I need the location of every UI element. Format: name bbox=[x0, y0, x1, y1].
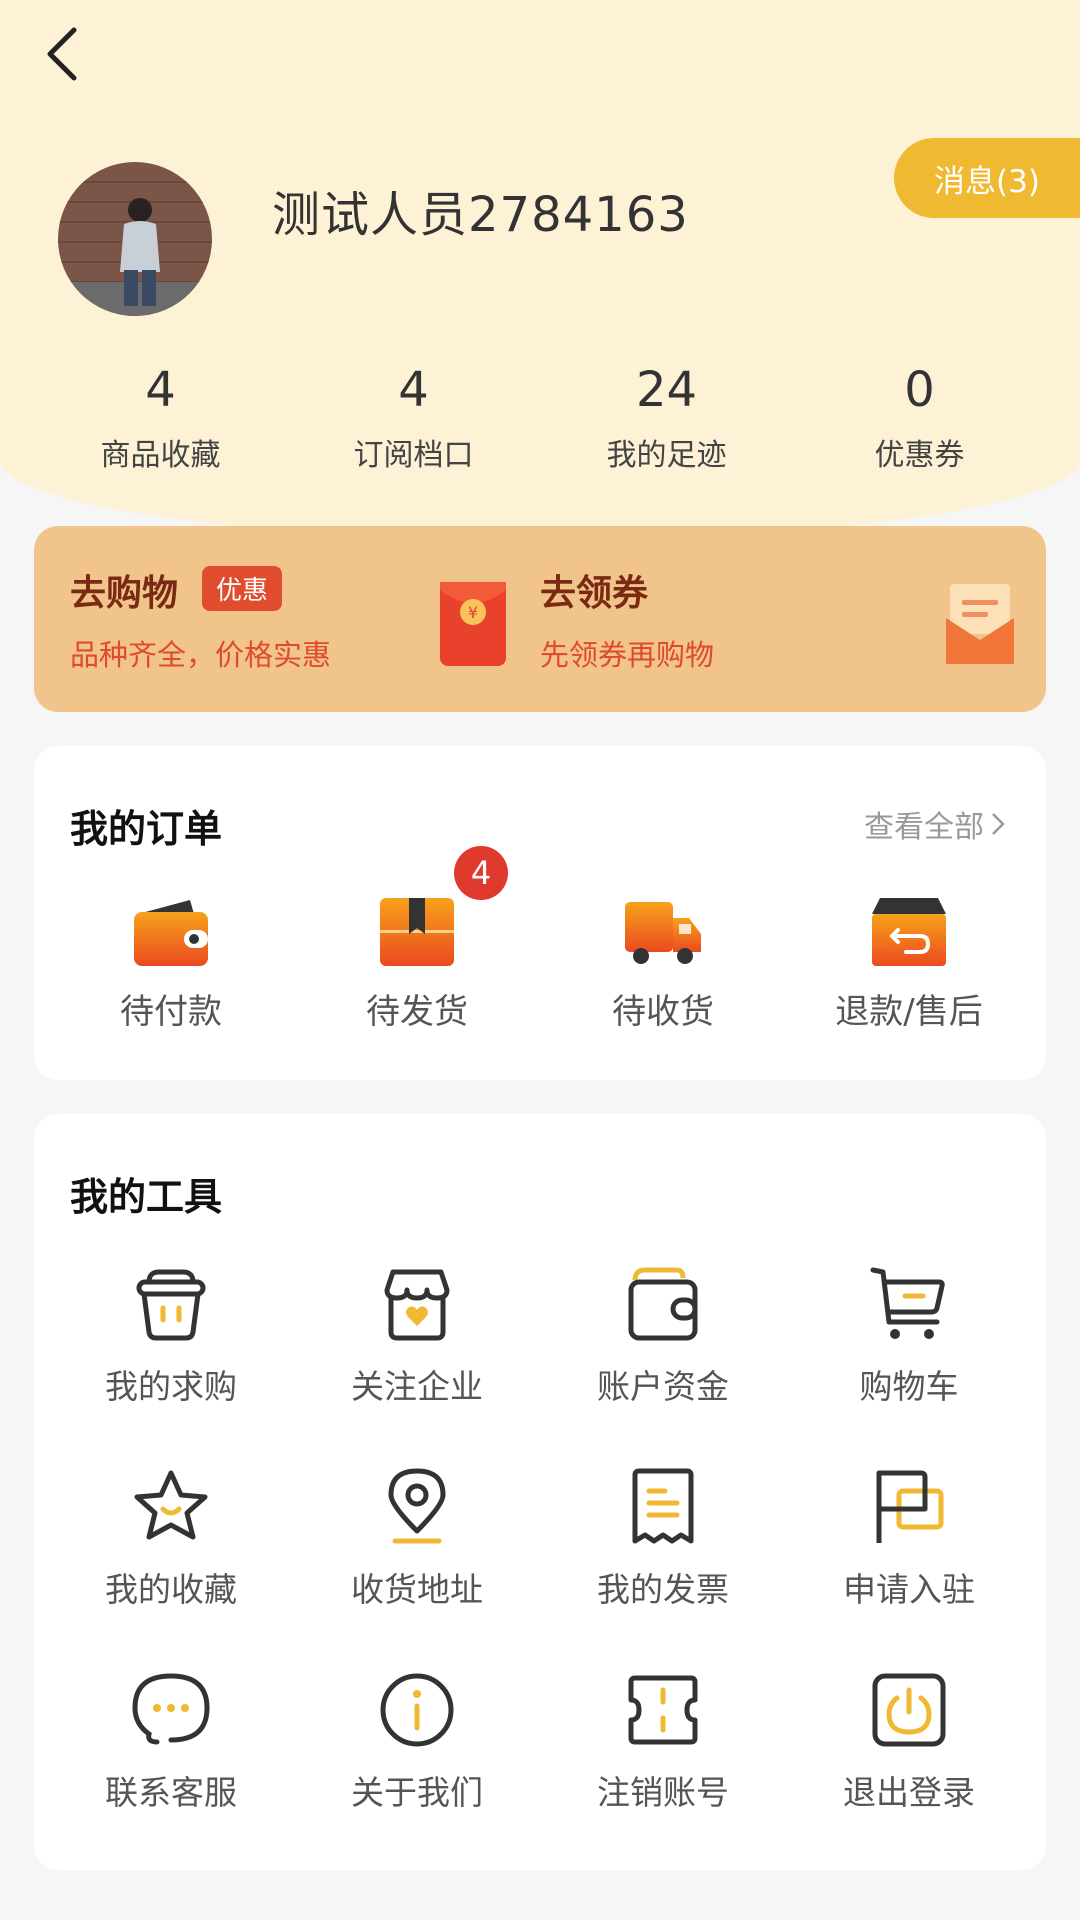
tool-label: 关注企业 bbox=[351, 1367, 483, 1406]
stat-subscriptions[interactable]: 4 订阅档口 bbox=[287, 356, 540, 474]
order-label: 待发货 bbox=[366, 992, 468, 1032]
avatar-photo bbox=[58, 162, 212, 316]
my-orders-card: 我的订单 查看全部 待付款 4 待发货 待收货 退款/售后 bbox=[34, 746, 1046, 1080]
order-label: 待付款 bbox=[120, 992, 222, 1032]
tool-label: 申请入驻 bbox=[843, 1570, 975, 1609]
stat-value: 4 bbox=[145, 362, 176, 418]
cart-icon bbox=[870, 1267, 945, 1339]
tool-label: 关于我们 bbox=[351, 1773, 483, 1812]
promo-banner: 去购物 优惠 品种齐全，价格实惠 ¥ 去领券 先领券再购物 bbox=[34, 526, 1046, 712]
basket-icon bbox=[136, 1269, 206, 1341]
view-all-label: 查看全部 bbox=[864, 810, 984, 845]
return-box-icon bbox=[872, 898, 946, 966]
box-icon bbox=[380, 898, 454, 966]
stat-value: 4 bbox=[398, 362, 429, 418]
tool-label: 我的发票 bbox=[597, 1570, 729, 1609]
tool-my-purchase-requests[interactable]: 我的求购 bbox=[48, 1264, 294, 1467]
stat-value: 24 bbox=[635, 362, 698, 418]
tool-apply-to-join[interactable]: 申请入驻 bbox=[786, 1467, 1032, 1670]
avatar[interactable] bbox=[58, 162, 212, 316]
tool-cancel-account[interactable]: 注销账号 bbox=[540, 1670, 786, 1873]
tool-label: 注销账号 bbox=[597, 1773, 729, 1812]
order-label: 待收货 bbox=[612, 992, 714, 1032]
ticket-icon bbox=[628, 1675, 698, 1745]
tool-label: 我的求购 bbox=[105, 1367, 237, 1406]
tool-customer-service[interactable]: 联系客服 bbox=[48, 1670, 294, 1873]
go-shopping-subtitle: 品种齐全，价格实惠 bbox=[70, 638, 332, 672]
power-icon bbox=[872, 1673, 946, 1747]
coupon-envelope-icon bbox=[946, 584, 1014, 664]
red-envelope-icon: ¥ bbox=[440, 582, 506, 666]
order-refund-aftersales[interactable]: 退款/售后 bbox=[786, 896, 1032, 1033]
tool-my-favorites[interactable]: 我的收藏 bbox=[48, 1467, 294, 1670]
get-coupons-title: 去领券 bbox=[540, 573, 649, 614]
stat-label: 订阅档口 bbox=[353, 438, 474, 473]
stat-favorites[interactable]: 4 商品收藏 bbox=[34, 356, 287, 474]
info-icon bbox=[380, 1673, 454, 1747]
stat-value: 0 bbox=[904, 362, 935, 418]
flag-icon bbox=[876, 1470, 944, 1543]
order-pending-shipment[interactable]: 4 待发货 bbox=[294, 846, 540, 1033]
discount-tag: 优惠 bbox=[202, 566, 283, 611]
wallet-outline-icon bbox=[628, 1267, 698, 1341]
stats-bar: 4 商品收藏 4 订阅档口 24 我的足迹 0 优惠券 bbox=[34, 356, 1046, 474]
order-label: 退款/售后 bbox=[835, 992, 983, 1032]
invoice-icon bbox=[632, 1468, 694, 1544]
tool-label: 联系客服 bbox=[105, 1773, 237, 1812]
stat-coupons[interactable]: 0 优惠券 bbox=[793, 356, 1046, 474]
chevron-left-icon bbox=[47, 27, 77, 81]
tool-logout[interactable]: 退出登录 bbox=[786, 1670, 1032, 1873]
my-tools-title: 我的工具 bbox=[70, 1175, 223, 1219]
back-button[interactable] bbox=[40, 24, 84, 84]
yuan-symbol: ¥ bbox=[468, 603, 478, 622]
tool-shopping-cart[interactable]: 购物车 bbox=[786, 1264, 1032, 1467]
tool-label: 退出登录 bbox=[843, 1773, 975, 1812]
go-shopping-title: 去购物 bbox=[70, 573, 179, 614]
order-pending-payment[interactable]: 待付款 bbox=[48, 896, 294, 1033]
stat-label: 我的足迹 bbox=[606, 438, 727, 473]
tool-shipping-address[interactable]: 收货地址 bbox=[294, 1467, 540, 1670]
stat-label: 优惠券 bbox=[874, 438, 965, 473]
order-pending-receipt[interactable]: 待收货 bbox=[540, 896, 786, 1033]
get-coupons-subtitle: 先领券再购物 bbox=[540, 638, 715, 672]
get-coupons-card[interactable]: 去领券 先领券再购物 bbox=[540, 526, 1046, 712]
tool-label: 购物车 bbox=[859, 1367, 959, 1406]
tool-followed-companies[interactable]: 关注企业 bbox=[294, 1264, 540, 1467]
chevron-right-icon bbox=[992, 813, 1005, 835]
tool-label: 账户资金 bbox=[597, 1367, 729, 1406]
messages-button[interactable]: 消息(3) bbox=[894, 138, 1080, 218]
my-tools-card: 我的工具 我的求购 关注企业 账户资金 购物车 我的收藏 收货地址 我的发票 申… bbox=[34, 1114, 1046, 1870]
go-shopping-card[interactable]: 去购物 优惠 品种齐全，价格实惠 ¥ bbox=[34, 526, 534, 712]
truck-icon bbox=[625, 902, 701, 964]
location-pin-icon bbox=[388, 1468, 446, 1544]
tool-label: 我的收藏 bbox=[105, 1570, 237, 1609]
order-count-badge: 4 bbox=[454, 846, 508, 900]
view-all-orders-link[interactable]: 查看全部 bbox=[864, 802, 1006, 846]
store-heart-icon bbox=[384, 1269, 450, 1341]
username: 测试人员2784163 bbox=[272, 187, 689, 243]
tool-label: 收货地址 bbox=[351, 1570, 483, 1609]
wallet-icon bbox=[134, 900, 208, 966]
tool-my-invoices[interactable]: 我的发票 bbox=[540, 1467, 786, 1670]
tool-account-funds[interactable]: 账户资金 bbox=[540, 1264, 786, 1467]
star-icon bbox=[134, 1470, 208, 1540]
stat-label: 商品收藏 bbox=[100, 438, 221, 473]
chat-bubble-icon bbox=[132, 1673, 210, 1745]
my-orders-title: 我的订单 bbox=[70, 807, 223, 851]
tool-about-us[interactable]: 关于我们 bbox=[294, 1670, 540, 1873]
stat-footprints[interactable]: 24 我的足迹 bbox=[540, 356, 793, 474]
